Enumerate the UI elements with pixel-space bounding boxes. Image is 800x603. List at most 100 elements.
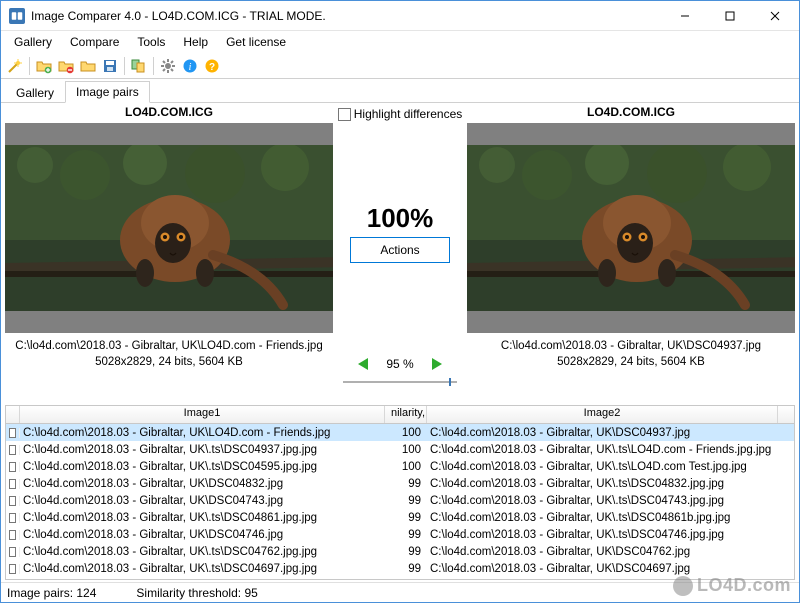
left-image xyxy=(5,145,333,311)
table-row[interactable]: C:\lo4d.com\2018.03 - Gibraltar, UK\.ts\… xyxy=(6,458,794,475)
cell-image1: C:\lo4d.com\2018.03 - Gibraltar, UK\.ts\… xyxy=(20,563,385,575)
find-duplicates-icon[interactable] xyxy=(129,56,149,76)
compare-area: LO4D.COM.ICG xyxy=(1,103,799,403)
cell-image2: C:\lo4d.com\2018.03 - Gibraltar, UK\.ts\… xyxy=(427,512,778,524)
cell-image2: C:\lo4d.com\2018.03 - Gibraltar, UK\.ts\… xyxy=(427,478,778,490)
cell-similarity: 99 xyxy=(385,478,427,490)
table-row[interactable]: C:\lo4d.com\2018.03 - Gibraltar, UK\.ts\… xyxy=(6,509,794,526)
save-icon[interactable] xyxy=(100,56,120,76)
gear-icon[interactable] xyxy=(158,56,178,76)
cell-image2: C:\lo4d.com\2018.03 - Gibraltar, UK\.ts\… xyxy=(427,529,778,541)
right-pane: LO4D.COM.ICG xyxy=(467,105,795,403)
left-pane-title: LO4D.COM.ICG xyxy=(5,105,333,123)
table-row[interactable]: C:\lo4d.com\2018.03 - Gibraltar, UK\LO4D… xyxy=(6,424,794,441)
left-image-meta: 5028x2829, 24 bits, 5604 KB xyxy=(5,355,333,371)
row-checkbox[interactable] xyxy=(6,462,20,472)
tab-bar: Gallery Image pairs xyxy=(1,79,799,103)
toolbar: i ? xyxy=(1,53,799,79)
cell-image1: C:\lo4d.com\2018.03 - Gibraltar, UK\.ts\… xyxy=(20,512,385,524)
right-image-path: C:\lo4d.com\2018.03 - Gibraltar, UK\DSC0… xyxy=(467,339,795,355)
menu-help[interactable]: Help xyxy=(174,33,217,51)
svg-text:?: ? xyxy=(209,62,215,73)
left-pane: LO4D.COM.ICG xyxy=(5,105,333,403)
table-row[interactable]: C:\lo4d.com\2018.03 - Gibraltar, UK\.ts\… xyxy=(6,543,794,560)
cell-image1: C:\lo4d.com\2018.03 - Gibraltar, UK\.ts\… xyxy=(20,444,385,456)
row-checkbox[interactable] xyxy=(6,513,20,523)
cell-image1: C:\lo4d.com\2018.03 - Gibraltar, UK\DSC0… xyxy=(20,478,385,490)
table-row[interactable]: C:\lo4d.com\2018.03 - Gibraltar, UK\.ts\… xyxy=(6,577,794,580)
cell-image2: C:\lo4d.com\2018.03 - Gibraltar, UK\.ts\… xyxy=(427,444,778,456)
folder-icon[interactable] xyxy=(78,56,98,76)
cell-image1: C:\lo4d.com\2018.03 - Gibraltar, UK\.ts\… xyxy=(20,461,385,473)
titlebar: Image Comparer 4.0 - LO4D.COM.ICG - TRIA… xyxy=(1,1,799,31)
cell-image2: C:\lo4d.com\2018.03 - Gibraltar, UK\DSC0… xyxy=(427,580,778,581)
next-pair-arrow-icon[interactable] xyxy=(432,358,442,370)
prev-pair-arrow-icon[interactable] xyxy=(358,358,368,370)
right-image-info: C:\lo4d.com\2018.03 - Gibraltar, UK\DSC0… xyxy=(467,333,795,370)
cell-image2: C:\lo4d.com\2018.03 - Gibraltar, UK\.ts\… xyxy=(427,461,778,473)
cell-image1: C:\lo4d.com\2018.03 - Gibraltar, UK\LO4D… xyxy=(20,427,385,439)
close-button[interactable] xyxy=(752,1,797,30)
row-checkbox[interactable] xyxy=(6,547,20,557)
row-checkbox[interactable] xyxy=(6,564,20,574)
left-image-viewport[interactable] xyxy=(5,123,333,333)
right-image xyxy=(467,145,795,311)
remove-folder-icon[interactable] xyxy=(56,56,76,76)
col-checkbox[interactable] xyxy=(6,406,20,423)
cell-similarity: 99 xyxy=(385,580,427,581)
menu-get-license[interactable]: Get license xyxy=(217,33,295,51)
row-checkbox[interactable] xyxy=(6,496,20,506)
left-image-path: C:\lo4d.com\2018.03 - Gibraltar, UK\LO4D… xyxy=(5,339,333,355)
maximize-button[interactable] xyxy=(707,1,752,30)
help-icon[interactable]: ? xyxy=(202,56,222,76)
add-folder-icon[interactable] xyxy=(34,56,54,76)
col-scroll-gutter xyxy=(778,406,794,423)
app-icon xyxy=(9,8,25,24)
minimize-button[interactable] xyxy=(662,1,707,30)
tab-image-pairs[interactable]: Image pairs xyxy=(65,81,150,103)
tab-gallery[interactable]: Gallery xyxy=(5,82,65,103)
cell-similarity: 99 xyxy=(385,512,427,524)
threshold-slider[interactable] xyxy=(343,381,457,383)
cell-image1: C:\lo4d.com\2018.03 - Gibraltar, UK\DSC0… xyxy=(20,529,385,541)
col-similarity[interactable]: nilarity, xyxy=(385,406,427,423)
table-row[interactable]: C:\lo4d.com\2018.03 - Gibraltar, UK\DSC0… xyxy=(6,492,794,509)
cell-image2: C:\lo4d.com\2018.03 - Gibraltar, UK\DSC0… xyxy=(427,546,778,558)
table-header: Image1 nilarity, Image2 xyxy=(6,406,794,424)
cell-similarity: 100 xyxy=(385,444,427,456)
cell-similarity: 99 xyxy=(385,495,427,507)
menu-compare[interactable]: Compare xyxy=(61,33,128,51)
cell-image2: C:\lo4d.com\2018.03 - Gibraltar, UK\DSC0… xyxy=(427,563,778,575)
highlight-differences-label: Highlight differences xyxy=(354,107,463,121)
row-checkbox[interactable] xyxy=(6,479,20,489)
table-row[interactable]: C:\lo4d.com\2018.03 - Gibraltar, UK\.ts\… xyxy=(6,441,794,458)
wand-icon[interactable] xyxy=(5,56,25,76)
row-checkbox[interactable] xyxy=(6,428,20,438)
highlight-differences-checkbox[interactable] xyxy=(338,108,351,121)
info-icon[interactable]: i xyxy=(180,56,200,76)
match-percent: 100% xyxy=(333,203,467,234)
status-threshold: Similarity threshold: 95 xyxy=(136,586,257,600)
cell-image2: C:\lo4d.com\2018.03 - Gibraltar, UK\.ts\… xyxy=(427,495,778,507)
col-image1[interactable]: Image1 xyxy=(20,406,385,423)
right-pane-title: LO4D.COM.ICG xyxy=(467,105,795,123)
cell-image1: C:\lo4d.com\2018.03 - Gibraltar, UK\.ts\… xyxy=(20,580,385,581)
statusbar: Image pairs: 124 Similarity threshold: 9… xyxy=(1,582,799,602)
actions-button[interactable]: Actions xyxy=(350,237,450,263)
right-image-viewport[interactable] xyxy=(467,123,795,333)
left-image-info: C:\lo4d.com\2018.03 - Gibraltar, UK\LO4D… xyxy=(5,333,333,370)
menu-tools[interactable]: Tools xyxy=(128,33,174,51)
row-checkbox[interactable] xyxy=(6,530,20,540)
table-body: C:\lo4d.com\2018.03 - Gibraltar, UK\LO4D… xyxy=(6,424,794,580)
menu-gallery[interactable]: Gallery xyxy=(5,33,61,51)
cell-similarity: 99 xyxy=(385,529,427,541)
table-row[interactable]: C:\lo4d.com\2018.03 - Gibraltar, UK\.ts\… xyxy=(6,560,794,577)
table-row[interactable]: C:\lo4d.com\2018.03 - Gibraltar, UK\DSC0… xyxy=(6,526,794,543)
pairs-table: Image1 nilarity, Image2 C:\lo4d.com\2018… xyxy=(5,405,795,580)
row-checkbox[interactable] xyxy=(6,445,20,455)
cell-similarity: 100 xyxy=(385,427,427,439)
col-image2[interactable]: Image2 xyxy=(427,406,778,423)
table-row[interactable]: C:\lo4d.com\2018.03 - Gibraltar, UK\DSC0… xyxy=(6,475,794,492)
threshold-value: 95 % xyxy=(380,357,420,371)
cell-similarity: 99 xyxy=(385,546,427,558)
